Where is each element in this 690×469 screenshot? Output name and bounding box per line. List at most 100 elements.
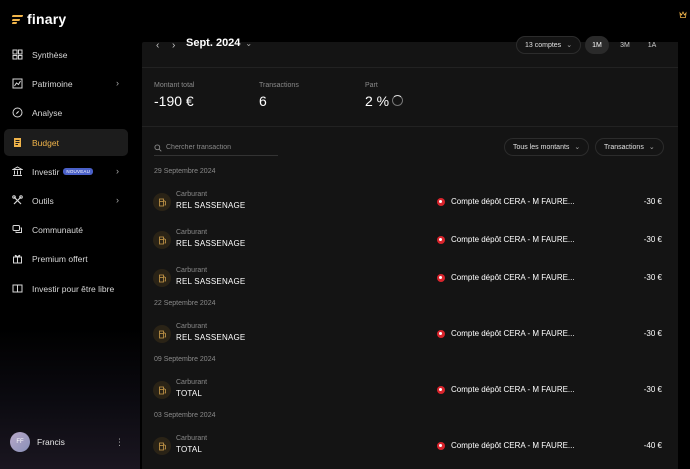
stat-transactions-label: Transactions — [259, 82, 299, 89]
transaction-category: Carburant — [176, 323, 208, 330]
chart-icon — [12, 78, 23, 89]
stat-total-label: Montant total — [154, 82, 195, 89]
period-toolbar: ‹ › Sept. 2024 ⌄ 13 comptes ⌄ 1M 3M 1A — [142, 0, 678, 68]
share-ring-icon — [392, 95, 403, 106]
bank-logo-icon — [437, 442, 445, 450]
user-profile[interactable]: FF Francis — [10, 432, 65, 452]
transaction-category: Carburant — [176, 267, 208, 274]
transaction-name: TOTAL — [176, 389, 203, 398]
premium-crown-icon[interactable] — [679, 11, 687, 19]
transaction-account: Compte dépôt CERA - M FAURE... — [451, 385, 575, 394]
date-header: 29 Septembre 2024 — [154, 168, 216, 175]
period-1m[interactable]: 1M — [585, 36, 609, 54]
transaction-category: Carburant — [176, 229, 208, 236]
finary-logo[interactable]: finary — [11, 11, 67, 27]
transaction-amount: -30 € — [643, 273, 662, 282]
sidebar-item-investir[interactable]: Investir NOUVEAU › — [4, 158, 128, 185]
accounts-filter-label: 13 comptes — [525, 41, 562, 49]
amount-filter-label: Tous les montants — [513, 143, 570, 151]
period-3m[interactable]: 3M — [613, 36, 637, 54]
transaction-account: Compte dépôt CERA - M FAURE... — [451, 329, 575, 338]
transaction-category: Carburant — [176, 435, 208, 442]
chat-icon — [12, 224, 23, 235]
fuel-icon — [153, 231, 171, 249]
month-selector[interactable]: Sept. 2024 ⌄ — [186, 37, 252, 49]
transaction-amount: -40 € — [643, 441, 662, 450]
gift-icon — [12, 253, 23, 264]
sidebar-item-label: Investir pour être libre — [32, 283, 115, 294]
next-month-button[interactable]: › — [172, 40, 175, 51]
sidebar-item-communaut-[interactable]: Communauté — [4, 216, 128, 243]
tools-icon — [12, 195, 23, 206]
user-menu-icon[interactable]: ⋮ — [115, 437, 124, 448]
transaction-amount: -30 € — [643, 385, 662, 394]
sidebar-item-premium-offert[interactable]: Premium offert — [4, 245, 128, 272]
chevron-right-icon: › — [116, 166, 119, 176]
sidebar-item-budget[interactable]: Budget — [4, 129, 128, 156]
sidebar-item-label: Premium offert — [32, 253, 88, 264]
bank-icon — [12, 166, 23, 177]
fuel-icon — [153, 269, 171, 287]
divider — [142, 126, 678, 127]
sidebar-item-label: Communauté — [32, 224, 84, 235]
amount-filter[interactable]: Tous les montants ⌄ — [504, 138, 590, 156]
bank-logo-icon — [437, 236, 445, 244]
sidebar-item-label: Analyse — [32, 107, 63, 118]
bank-logo-icon — [437, 198, 445, 206]
logo-text: finary — [27, 11, 67, 27]
bank-logo-icon — [437, 386, 445, 394]
receipt-icon — [12, 137, 23, 148]
type-filter-label: Transactions — [604, 143, 644, 151]
transaction-amount: -30 € — [643, 197, 662, 206]
sidebar-item-label: Investir — [32, 166, 60, 177]
sidebar-item-analyse[interactable]: Analyse — [4, 99, 128, 126]
bank-logo-icon — [437, 330, 445, 338]
chevron-down-icon: ⌄ — [648, 144, 655, 151]
accounts-filter[interactable]: 13 comptes ⌄ — [516, 36, 582, 54]
sidebar-item-label: Patrimoine — [32, 78, 73, 89]
transaction-row[interactable]: Carburant REL SASSENAGE Compte dépôt CERA … — [142, 317, 678, 351]
transaction-row[interactable]: Carburant REL SASSENAGE Compte dépôt CERA … — [142, 185, 678, 219]
avatar: FF — [10, 432, 30, 452]
transaction-account: Compte dépôt CERA - M FAURE... — [451, 441, 575, 450]
sidebar-item-synth-se[interactable]: Synthèse — [4, 41, 128, 68]
budget-panel: ‹ › Sept. 2024 ⌄ 13 comptes ⌄ 1M 3M 1A M… — [142, 36, 678, 469]
search-box[interactable] — [154, 140, 278, 156]
transaction-row[interactable]: Carburant TOTAL Compte dépôt CERA - M FAUR… — [142, 429, 678, 463]
period-1a[interactable]: 1A — [640, 36, 664, 54]
divider — [142, 67, 678, 68]
fuel-icon — [153, 381, 171, 399]
transaction-category: Carburant — [176, 379, 208, 386]
chevron-down-icon: ⌄ — [566, 42, 573, 49]
transaction-account: Compte dépôt CERA - M FAURE... — [451, 273, 575, 282]
chevron-right-icon: › — [116, 78, 119, 88]
transaction-row[interactable]: Carburant TOTAL Compte dépôt CERA - M FAUR… — [142, 373, 678, 407]
user-name: Francis — [37, 437, 65, 447]
date-header: 22 Septembre 2024 — [154, 300, 216, 307]
new-badge: NOUVEAU — [63, 168, 94, 175]
grid-icon — [12, 49, 23, 60]
chevron-down-icon: ⌄ — [245, 38, 253, 48]
bank-logo-icon — [437, 274, 445, 282]
prev-month-button[interactable]: ‹ — [156, 40, 159, 51]
month-label: Sept. 2024 — [186, 37, 241, 49]
type-filter[interactable]: Transactions ⌄ — [595, 138, 664, 156]
search-input[interactable] — [166, 144, 266, 151]
transaction-row[interactable]: Carburant REL SASSENAGE Compte dépôt CERA … — [142, 261, 678, 295]
chevron-down-icon: ⌄ — [574, 144, 581, 151]
sidebar-item-outils[interactable]: Outils › — [4, 187, 128, 214]
transaction-name: REL SASSENAGE — [176, 277, 246, 286]
transaction-row[interactable]: Carburant REL SASSENAGE Compte dépôt CERA … — [142, 223, 678, 257]
transaction-name: TOTAL — [176, 445, 203, 454]
sidebar-item-label: Budget — [32, 137, 59, 148]
sidebar-item-investir-pour-tre-libre[interactable]: Investir pour être libre — [4, 275, 128, 302]
search-icon — [154, 143, 162, 152]
fuel-icon — [153, 437, 171, 455]
date-header: 03 Septembre 2024 — [154, 412, 216, 419]
stat-transactions-value: 6 — [259, 93, 267, 109]
stat-share-value: 2 % — [365, 93, 390, 109]
sidebar-item-patrimoine[interactable]: Patrimoine › — [4, 70, 128, 97]
book-icon — [12, 283, 23, 294]
transaction-name: REL SASSENAGE — [176, 333, 246, 342]
transaction-name: REL SASSENAGE — [176, 201, 246, 210]
